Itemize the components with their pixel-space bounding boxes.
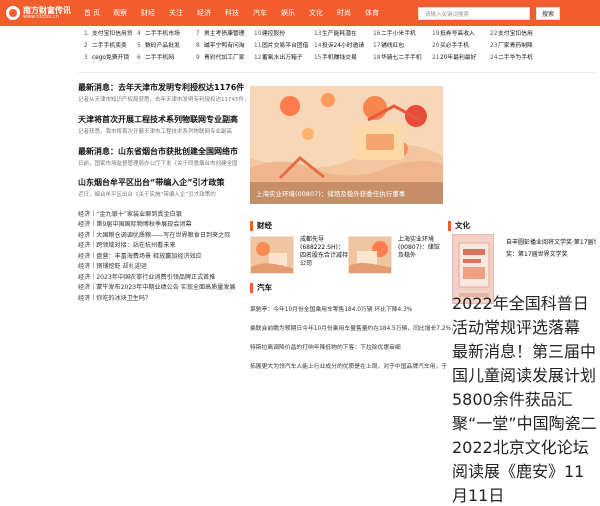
finance-image-icon	[251, 237, 293, 273]
news-headline-2[interactable]: 天津将首次开展工程技术系列物联网专业副高	[78, 114, 248, 125]
finance-thumb-2[interactable]	[348, 236, 392, 274]
news-headline-1[interactable]: 最新消息：去年天津市发明专利授权达1176件	[78, 82, 248, 93]
list-item[interactable]: 莱驰亭：今年10月份全国乘用车零售184.0万辆 环比下降4.3%	[250, 307, 412, 313]
quick-links: 1 支付宝扣信用贷 4 二手手机市场 7 男主考债康管理 10建控股份 13生产能耗潜…	[0, 30, 600, 70]
nav-finance[interactable]: 财经	[134, 0, 162, 26]
nav-fashion[interactable]: 时尚	[330, 0, 358, 26]
main-navigation: 首 页 观察 财经 关注 经济 科技 汽车 娱乐 文化 时尚 体育	[78, 0, 386, 26]
nav-car[interactable]: 汽车	[246, 0, 274, 26]
news-summary-3: 日前，国家市场监督管理局办公厅下发《关于同意烟台市创建全国	[78, 161, 238, 167]
left-news-panel: 最新消息：去年天津市发明专利授权达1176件 记者从天津市知识产权局获悉，去年天…	[78, 78, 248, 360]
finance-item-1[interactable]: 成都先导(688222.SH)：四名股东合计减持公司	[300, 236, 348, 268]
quick-link-8[interactable]: 8 碱平宁鸭有问淘	[196, 42, 245, 51]
list-item[interactable]: 经济 | 蒙牛发布2023年中期业绩公告 实现全面高质量发展	[78, 282, 248, 293]
culture-item-2[interactable]: 奖：第17届世界文学奖	[506, 250, 596, 259]
list-item[interactable]: 最新消息！第三届中国儿童阅读发展计划	[452, 342, 596, 385]
quick-link-1[interactable]: 1 支付宝扣信用贷	[84, 30, 133, 39]
brand-subtitle: www.nfcfzx.cn	[23, 13, 59, 20]
news-summary-4: 近日，烟台牟平区出台《关于实施“带编入企”引才政策的	[78, 192, 216, 198]
list-item[interactable]: 经济 | “金九银十”家装业聊到真金白银	[78, 208, 248, 219]
quick-link-23[interactable]: 23厂家青药制降	[490, 42, 533, 51]
nav-tech[interactable]: 科技	[218, 0, 246, 26]
finance-image-icon	[349, 237, 391, 273]
quick-link-18[interactable]: 18华骑七二手手机	[373, 54, 422, 63]
nav-observe[interactable]: 观察	[106, 0, 134, 26]
list-item[interactable]: 经济 | 第9届中国国际物博秋季展现会闭幕	[78, 219, 248, 230]
quick-link-16[interactable]: 16二手小米手机	[373, 30, 416, 39]
culture-section-title: 文化	[448, 220, 470, 231]
culture-news-list: 2022年全国科普日活动常规评选落幕 最新消息！第三届中国儿童阅读发展计划 58…	[452, 290, 600, 506]
news-headline-3[interactable]: 最新消息：山东省烟台市获批创建全国网络市	[78, 146, 248, 157]
list-item[interactable]: 拓展更大为领汽车人能上行业成分的优质是在上周，对于中国品牌汽车用，于	[250, 364, 447, 370]
quick-link-11[interactable]: 11固片交易平台团借	[254, 42, 308, 51]
culture-item-1[interactable]: 自丰圆彭播业阅将文学奖·第17届世界文学奖	[506, 238, 596, 247]
brand-logo[interactable]: 南方财富传讯 www.nfcfzx.cn	[6, 3, 72, 23]
quick-link-19[interactable]: 19抵券号高收入	[432, 30, 475, 39]
quick-link-7[interactable]: 7 男主考债康管理	[196, 30, 245, 39]
logo-icon	[6, 6, 20, 20]
finance-item-2[interactable]: 上海实业环境(00807)：储馆及稳外	[398, 236, 442, 260]
culture-accent-icon	[448, 220, 451, 231]
hero-banner[interactable]: 上海实业环境(00807)：储馆及稳外获委任执行董事	[250, 86, 443, 204]
list-item[interactable]: 2022北京文化论坛阅读展《鹿安》11月11日	[452, 438, 589, 505]
news-summary-1: 记者从天津市知识产权局获悉，去年天津市发明专利授权达11745件，	[78, 97, 248, 103]
quick-link-6[interactable]: 6 二手手机网	[137, 54, 174, 63]
search-input[interactable]: 请输入关键词搜索	[418, 7, 530, 20]
nav-entertainment[interactable]: 娱乐	[274, 0, 302, 26]
finance-section: 成都先导(688222.SH)：四名股东合计减持公司 上海实业环境(00807)…	[250, 232, 442, 276]
list-item[interactable]: 经济 | 跨领域对接：站在杭州看未来	[78, 240, 248, 251]
finance-section-title: 财经	[250, 220, 272, 231]
list-item[interactable]: 特斯拉离调降价昌的打响年降低物的下客：下拉除优惠审细	[250, 345, 401, 351]
quick-link-21[interactable]: 2120年最利最好	[432, 54, 476, 63]
list-item[interactable]: 经济 | 大国粮仓调调优质粮——写在世界粮食日到来之际	[78, 229, 248, 240]
quick-link-20[interactable]: 20买必手手机	[432, 42, 469, 51]
quick-link-5[interactable]: 5 数码产品批发	[137, 42, 180, 51]
list-item[interactable]: 乘联会前瞻为预期日今年10月份乘用车量售量约在184.5万辆，同比增长7.2%，	[250, 326, 457, 332]
list-item[interactable]: 经济 | 盘营：丰富海费场景 释放赢加经济效应	[78, 250, 248, 261]
list-item[interactable]: 经济 | 2023年中国农寧行业消费引领品牌正式首推	[78, 271, 248, 282]
nav-sports[interactable]: 体育	[358, 0, 386, 26]
car-accent-icon	[250, 282, 253, 293]
news-headline-4[interactable]: 山东烟台牟平区出台“带编入企”引才政策	[78, 177, 248, 188]
finance-accent-icon	[250, 220, 253, 231]
banner-caption[interactable]: 上海实业环境(00807)：储馆及稳外获委任执行董事	[250, 182, 443, 204]
quick-link-22[interactable]: 22支付宝扣信用	[490, 30, 533, 39]
quick-link-2[interactable]: 2 二手手机卖卖	[84, 42, 127, 51]
quick-link-4[interactable]: 4 二手手机市场	[137, 30, 180, 39]
economy-news-list: 经济 | “金九银十”家装业聊到真金白银 经济 | 第9届中国国际物博秋季展现会闭幕 经…	[78, 208, 248, 303]
nav-focus[interactable]: 关注	[162, 0, 190, 26]
quick-link-15[interactable]: 15手机赚钱交易	[314, 54, 357, 63]
car-section-title: 汽车	[250, 282, 272, 293]
list-item[interactable]: 经济 | 你吃的冰块卫生吗？	[78, 292, 248, 303]
quick-link-17[interactable]: 17铺线红包	[373, 42, 404, 51]
finance-thumb-1[interactable]	[250, 236, 294, 274]
culture-panel: 文化 自丰圆彭播业阅将文学奖·第17届世界文学奖 奖：第17届世界文学奖 202…	[448, 220, 600, 505]
quick-link-12[interactable]: 12蓄氧水出万箱子	[254, 54, 303, 63]
quick-link-13[interactable]: 13生产能耗潜在	[314, 30, 357, 39]
car-news-list: 莱驰亭：今年10月份全国乘用车零售184.0万辆 环比下降4.3% 乘联会前瞻为…	[250, 296, 457, 372]
quick-link-9[interactable]: 9 青钓代加工厂家	[196, 54, 245, 63]
list-item[interactable]: 2022年全国科普日活动常规评选落幕	[452, 294, 589, 337]
search-button[interactable]: 搜索	[536, 7, 560, 20]
nav-economy[interactable]: 经济	[190, 0, 218, 26]
list-item[interactable]: 5800余件获品汇聚“一堂”中国陶瓷二	[452, 390, 597, 433]
nav-culture[interactable]: 文化	[302, 0, 330, 26]
top-divider	[78, 72, 598, 73]
quick-link-14[interactable]: 14投诉24小时邀请	[314, 42, 364, 51]
top-bar: 南方财富传讯 www.nfcfzx.cn 首 页 观察 财经 关注 经济 科技 …	[0, 0, 600, 26]
quick-link-3[interactable]: 3 cego免费开锁	[84, 54, 129, 63]
nav-home[interactable]: 首 页	[78, 0, 106, 26]
list-item[interactable]: 经济 | 钢铺挖贬 却扎迎运	[78, 261, 248, 272]
news-summary-2: 记者获悉，我市将首次开展天津市工程技术系列物联网专业副高	[78, 129, 233, 135]
quick-link-24[interactable]: 24二手华为手机	[490, 54, 533, 63]
quick-link-10[interactable]: 10建控股份	[254, 30, 285, 39]
